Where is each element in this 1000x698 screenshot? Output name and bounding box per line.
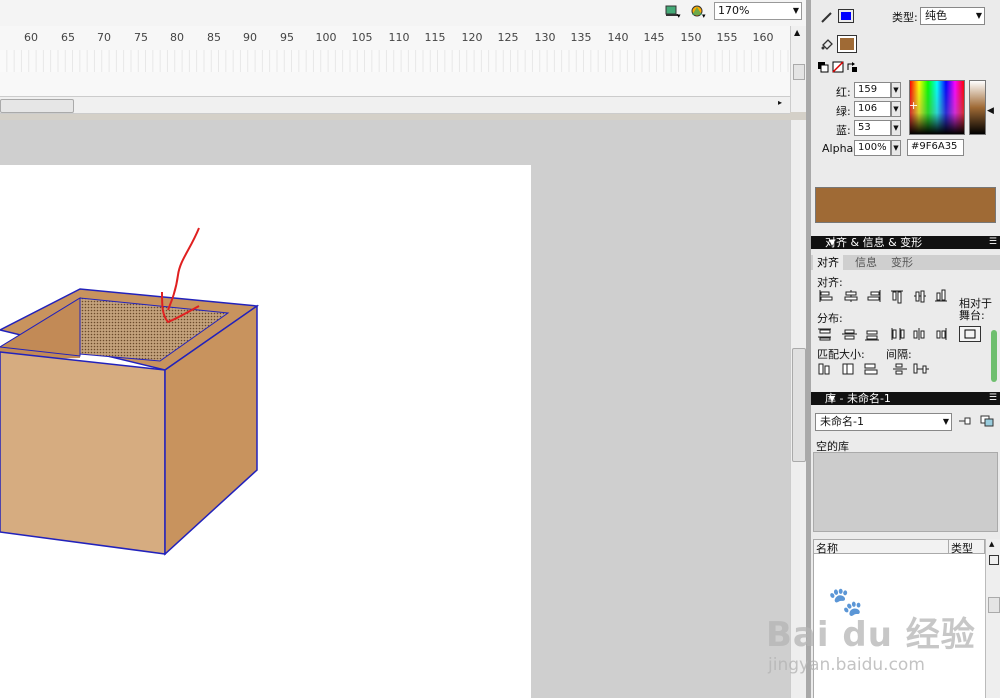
- hex-input[interactable]: #9F6A35: [907, 139, 964, 156]
- fill-type-select[interactable]: 纯色 ▼: [920, 7, 985, 25]
- scroll-up-icon[interactable]: ▲: [989, 540, 994, 548]
- color-preview: [815, 187, 996, 223]
- fill-color-swatch[interactable]: [837, 35, 857, 53]
- scroll-up-icon[interactable]: ▲: [794, 28, 800, 37]
- fill-color: [840, 38, 854, 50]
- watermark-url: jingyan.baidu.com: [768, 655, 925, 675]
- green-spinner[interactable]: ▼: [891, 101, 901, 117]
- fill-bucket-icon: [820, 37, 836, 51]
- crosshair-icon: +: [909, 99, 919, 112]
- align-label: 对齐:: [817, 276, 843, 289]
- green-input[interactable]: 106: [854, 101, 891, 117]
- green-label: 绿:: [836, 105, 851, 118]
- align-tabs: 对齐 信息 变形: [811, 255, 1000, 270]
- relative-to-stage-label: 相对于 舞台:: [959, 297, 992, 322]
- blue-label: 蓝:: [836, 124, 851, 137]
- chevron-down-icon: ▼: [975, 11, 982, 20]
- tab-info[interactable]: 信息: [851, 255, 881, 270]
- type-label: 类型:: [892, 11, 918, 24]
- pin-library-icon[interactable]: [958, 415, 974, 429]
- collapse-triangle-icon: ▼: [829, 394, 836, 403]
- align-buttons[interactable]: [817, 289, 952, 379]
- chevron-down-icon: ▼: [942, 417, 949, 426]
- stroke-color-swatch[interactable]: [838, 9, 854, 23]
- alpha-spinner[interactable]: ▼: [891, 140, 901, 156]
- paw-icon: 🐾: [828, 585, 863, 618]
- panel-options-icon[interactable]: ☰: [975, 236, 997, 249]
- tab-transform[interactable]: 变形: [887, 255, 917, 270]
- align-panel-header[interactable]: ▼ 对齐 & 信息 & 变形 ☰: [811, 236, 1000, 249]
- stage-vscroll-thumb[interactable]: [792, 348, 806, 462]
- alpha-input[interactable]: 100%: [854, 140, 891, 156]
- library-preview: [813, 452, 998, 532]
- library-sort-icon[interactable]: [989, 555, 999, 565]
- box-drawing[interactable]: [0, 0, 790, 698]
- match-size-label: 匹配大小:: [817, 348, 865, 361]
- chevron-down-icon: ▼: [792, 6, 799, 15]
- brightness-slider[interactable]: [969, 80, 986, 135]
- blue-spinner[interactable]: ▼: [891, 120, 901, 136]
- blue-input[interactable]: 53: [854, 120, 891, 136]
- library-panel-header[interactable]: ▼ 库 - 未命名-1 ☰: [811, 392, 1000, 405]
- brightness-pointer-icon[interactable]: ◀: [987, 106, 994, 116]
- column-type[interactable]: 类型: [948, 540, 973, 555]
- alpha-label: Alpha:: [822, 142, 857, 155]
- library-list-header: 名称 类型: [813, 539, 985, 555]
- stroke-pencil-icon: [820, 10, 836, 24]
- black-white-icon[interactable]: [817, 61, 833, 75]
- baidu-watermark: Bai du 经验 🐾 jingyan.baidu.com: [760, 585, 1000, 685]
- red-label: 红:: [836, 86, 851, 99]
- new-library-panel-icon[interactable]: [980, 415, 996, 429]
- watermark-brand: Bai du 经验: [766, 615, 976, 655]
- red-spinner[interactable]: ▼: [891, 82, 901, 98]
- library-document-value: 未命名-1: [820, 415, 864, 428]
- panel-options-icon[interactable]: ☰: [975, 392, 997, 405]
- spacing-label: 间隔:: [886, 348, 912, 361]
- tab-align[interactable]: 对齐: [813, 255, 843, 270]
- to-stage-toggle[interactable]: [959, 326, 981, 342]
- red-input[interactable]: 159: [854, 82, 891, 98]
- swap-colors-icon[interactable]: [846, 61, 862, 75]
- library-document-select[interactable]: 未命名-1 ▼: [815, 413, 952, 431]
- timeline-vscrollbar[interactable]: ▲: [790, 26, 807, 112]
- timeline-vscroll-thumb[interactable]: [793, 64, 805, 80]
- stroke-color: [841, 12, 851, 20]
- collapse-triangle-icon: ▼: [829, 238, 836, 247]
- panel-scroll-indicator[interactable]: [991, 330, 997, 382]
- fill-type-value: 纯色: [925, 9, 947, 22]
- distribute-label: 分布:: [817, 312, 843, 325]
